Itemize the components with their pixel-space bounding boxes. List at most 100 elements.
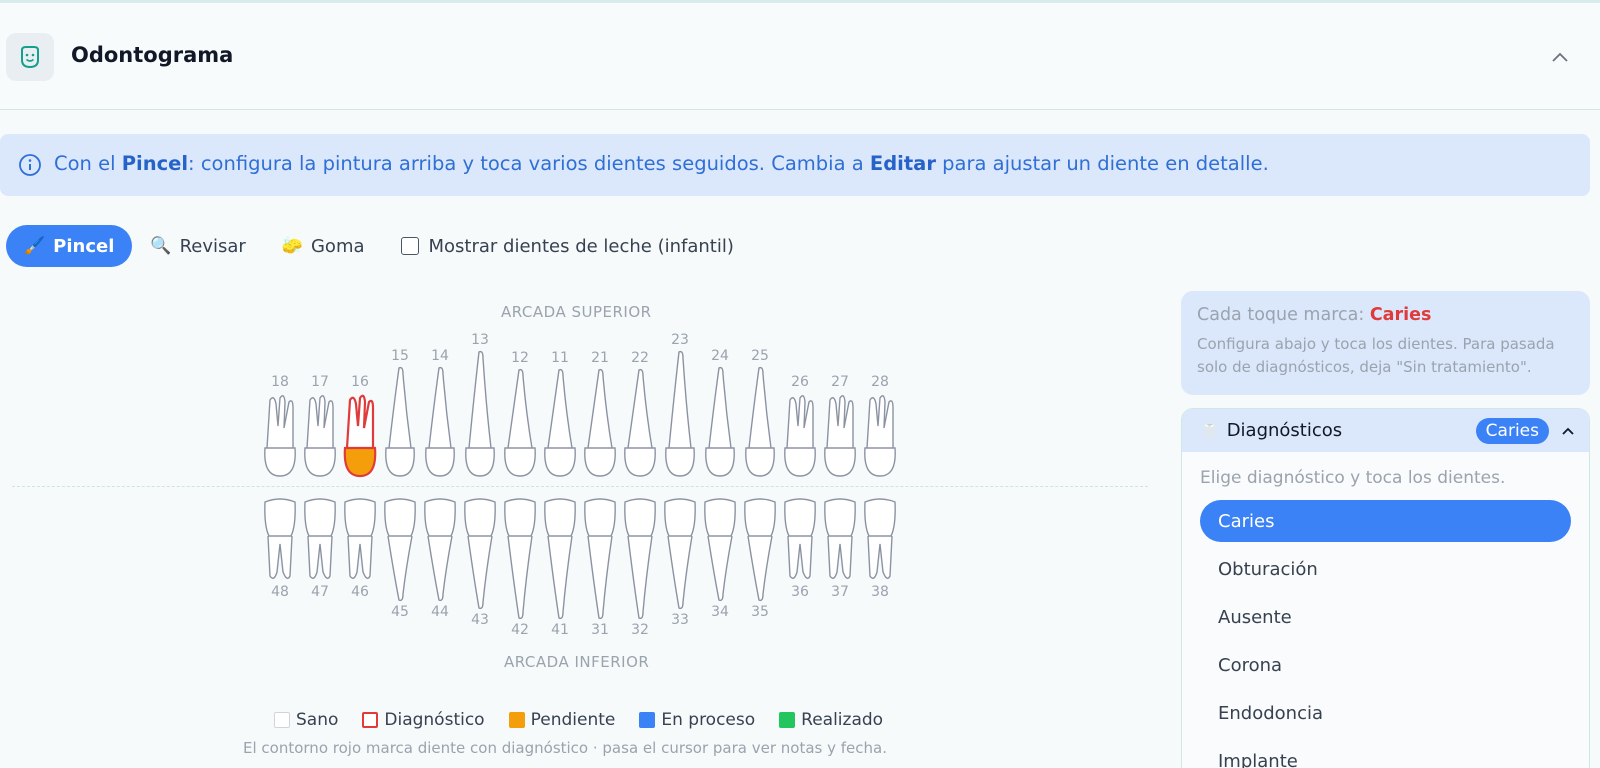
tooth-17[interactable] bbox=[304, 395, 336, 477]
milk-teeth-checkbox[interactable] bbox=[400, 237, 419, 255]
tooth-18[interactable] bbox=[264, 395, 296, 477]
tooth-icon: 🦷 bbox=[1200, 421, 1219, 440]
tooth-26[interactable] bbox=[784, 395, 816, 477]
tooth-36[interactable] bbox=[784, 498, 816, 579]
tooth-14[interactable] bbox=[425, 366, 455, 477]
tooth-34[interactable] bbox=[704, 498, 736, 602]
tooth-46[interactable] bbox=[344, 498, 376, 579]
tooth-label-45: 45 bbox=[391, 604, 409, 620]
paint-hint-card: Cada toque marca: Caries Configura abajo… bbox=[1181, 291, 1590, 395]
revisar-button[interactable]: 🔍 Revisar bbox=[132, 225, 263, 267]
diagnosis-option-corona[interactable]: Corona bbox=[1200, 644, 1571, 686]
teeth-svg: 18 17 16 15 14 13 12 11 21 22 23 24 25 26 27 28 48 47 46 45… bbox=[264, 332, 896, 638]
tooth-label-43: 43 bbox=[471, 612, 489, 628]
goma-label: Goma bbox=[310, 235, 365, 257]
tooth-label-42: 42 bbox=[511, 622, 529, 638]
legend-label: Pendiente bbox=[530, 710, 616, 730]
hint-title: Cada toque marca: Caries bbox=[1197, 305, 1432, 325]
tooth-42[interactable] bbox=[504, 498, 536, 620]
info-icon bbox=[19, 154, 41, 176]
legend-label: En proceso bbox=[661, 710, 756, 730]
legend-label: Diagnóstico bbox=[384, 710, 485, 730]
diagnosis-option-obturacion[interactable]: Obturación bbox=[1200, 548, 1571, 590]
mode-toolbar: 🖌️ Pincel 🔍 Revisar 🧽 Goma Mostrar dient… bbox=[6, 225, 734, 267]
tooth-24[interactable] bbox=[705, 366, 735, 477]
tooth-label-14: 14 bbox=[431, 348, 449, 364]
tooth-label-37: 37 bbox=[831, 584, 849, 600]
tooth-32[interactable] bbox=[624, 498, 656, 620]
legend-swatch bbox=[508, 712, 525, 728]
tooth-27[interactable] bbox=[824, 395, 856, 477]
tooth-37[interactable] bbox=[824, 498, 856, 579]
odontogram-chart: ARCADA SUPERIOR 18 17 16 15 14 13 12 11 21 22 23 24… bbox=[0, 290, 1160, 768]
tooth-35[interactable] bbox=[744, 498, 776, 602]
tooth-38[interactable] bbox=[864, 498, 896, 579]
status-legend: Sano Diagnóstico Pendiente En proceso Re… bbox=[274, 710, 899, 730]
tooth-label-18: 18 bbox=[271, 374, 289, 390]
diagnosis-option-implante[interactable]: Implante bbox=[1200, 740, 1571, 768]
status-badge: Caries bbox=[1475, 417, 1549, 444]
diagnosis-option-caries[interactable]: Caries bbox=[1200, 500, 1571, 542]
tooth-label-38: 38 bbox=[871, 584, 889, 600]
diagnosis-option-ausente[interactable]: Ausente bbox=[1200, 596, 1571, 638]
diagnostics-subtitle: Elige diagnóstico y toca los dientes. bbox=[1200, 468, 1506, 488]
tooth-label-13: 13 bbox=[471, 332, 489, 348]
tooth-12[interactable] bbox=[504, 368, 536, 477]
odontogram-header: Odontograma bbox=[0, 3, 1600, 110]
tooth-face-icon bbox=[6, 33, 54, 81]
tooth-label-24: 24 bbox=[711, 348, 729, 364]
milk-teeth-toggle[interactable]: Mostrar dientes de leche (infantil) bbox=[400, 235, 734, 257]
tooth-11[interactable] bbox=[544, 368, 576, 477]
tooth-22[interactable] bbox=[624, 368, 656, 477]
tooth-label-36: 36 bbox=[791, 584, 809, 600]
page-title: Odontograma bbox=[71, 43, 234, 67]
tooth-label-46: 46 bbox=[351, 584, 369, 600]
tooth-label-25: 25 bbox=[751, 348, 769, 364]
tooth-15[interactable] bbox=[385, 366, 415, 477]
legend-label: Realizado bbox=[801, 710, 884, 730]
paintbrush-icon: 🖌️ bbox=[24, 236, 46, 256]
tooth-43[interactable] bbox=[464, 498, 496, 610]
tooth-label-44: 44 bbox=[431, 604, 449, 620]
legend-swatch bbox=[639, 712, 656, 728]
tooth-label-11: 11 bbox=[551, 350, 569, 366]
milk-teeth-label: Mostrar dientes de leche (infantil) bbox=[428, 235, 734, 257]
legend-item: Pendiente bbox=[508, 710, 616, 730]
diagnostics-header[interactable]: 🦷 Diagnósticos Caries bbox=[1182, 409, 1589, 452]
tooth-label-16: 16 bbox=[351, 374, 369, 390]
tooth-31[interactable] bbox=[584, 498, 616, 620]
tooth-47[interactable] bbox=[304, 498, 336, 579]
tooth-label-48: 48 bbox=[271, 584, 289, 600]
diagnosis-option-endodoncia[interactable]: Endodoncia bbox=[1200, 692, 1571, 734]
tooth-28[interactable] bbox=[864, 395, 896, 477]
tooth-13[interactable] bbox=[465, 350, 495, 477]
tooth-label-15: 15 bbox=[391, 348, 409, 364]
tooth-48[interactable] bbox=[264, 498, 296, 579]
tooth-23[interactable] bbox=[665, 350, 695, 477]
tooth-25[interactable] bbox=[745, 366, 775, 477]
tooth-label-32: 32 bbox=[631, 622, 649, 638]
tooth-33[interactable] bbox=[664, 498, 696, 610]
tooth-label-34: 34 bbox=[711, 604, 729, 620]
tooth-label-41: 41 bbox=[551, 622, 569, 638]
revisar-label: Revisar bbox=[179, 235, 246, 257]
pincel-button[interactable]: 🖌️ Pincel bbox=[6, 225, 133, 267]
chevron-up-icon[interactable] bbox=[1546, 43, 1574, 71]
sponge-icon: 🧽 bbox=[281, 236, 303, 256]
tooth-16[interactable] bbox=[343, 394, 377, 478]
tooth-21[interactable] bbox=[584, 368, 616, 477]
tooth-41[interactable] bbox=[544, 498, 576, 620]
chevron-up-icon[interactable] bbox=[1561, 426, 1575, 436]
tooth-44[interactable] bbox=[424, 498, 456, 602]
legend-item: En proceso bbox=[639, 710, 755, 730]
goma-button[interactable]: 🧽 Goma bbox=[264, 225, 383, 267]
magnifier-icon: 🔍 bbox=[150, 236, 172, 256]
tooth-label-47: 47 bbox=[311, 584, 329, 600]
tooth-label-33: 33 bbox=[671, 612, 689, 628]
legend-swatch bbox=[362, 712, 379, 728]
legend-swatch bbox=[779, 712, 796, 728]
tooth-label-21: 21 bbox=[591, 350, 609, 366]
tooth-label-35: 35 bbox=[751, 604, 769, 620]
pincel-label: Pincel bbox=[53, 235, 115, 257]
tooth-45[interactable] bbox=[384, 498, 416, 602]
